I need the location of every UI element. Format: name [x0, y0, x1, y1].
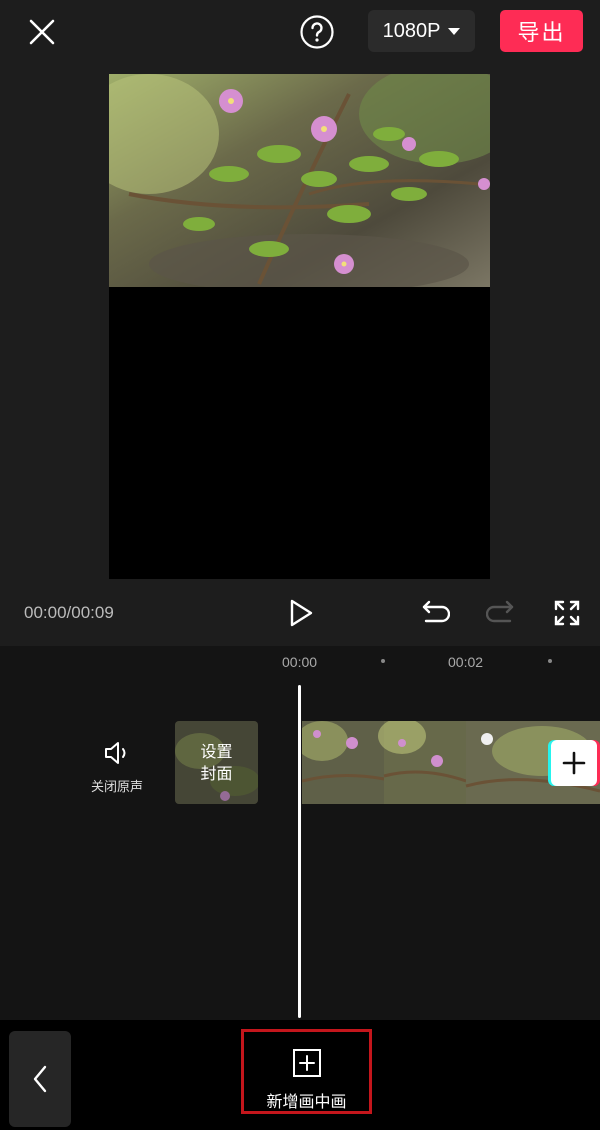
plus-icon — [562, 751, 586, 775]
add-pip-label: 新增画中画 — [266, 1092, 347, 1111]
close-icon — [29, 19, 55, 45]
ruler-label: 00:02 — [448, 654, 484, 670]
add-clip-button[interactable] — [551, 740, 597, 786]
resolution-select[interactable]: 1080P — [368, 10, 475, 52]
chevron-left-icon — [33, 1065, 47, 1093]
set-cover-button[interactable]: 设置 封面 — [175, 721, 258, 804]
caret-down-icon — [448, 27, 461, 35]
mute-original-audio-button[interactable]: 关闭原声 — [80, 740, 154, 795]
close-button[interactable] — [24, 14, 60, 50]
add-picture-in-picture-button[interactable]: 新增画中画 — [241, 1029, 372, 1114]
redo-button[interactable] — [485, 598, 518, 628]
export-button[interactable]: 导出 — [500, 10, 583, 52]
fullscreen-button[interactable] — [552, 598, 582, 628]
back-button[interactable] — [9, 1031, 71, 1127]
play-icon — [290, 599, 313, 627]
redo-icon — [485, 600, 514, 623]
cover-label-line2: 封面 — [200, 763, 233, 783]
ruler-dot — [381, 659, 385, 663]
playhead[interactable] — [298, 685, 301, 1018]
resolution-value: 1080P — [382, 19, 441, 42]
ruler-dot — [548, 659, 552, 663]
video-preview[interactable] — [109, 74, 490, 579]
preview-frame-image — [109, 74, 490, 287]
help-icon — [300, 15, 334, 49]
fullscreen-icon — [554, 600, 580, 626]
timecode: 00:00/00:09 — [24, 603, 114, 622]
speaker-icon — [105, 742, 126, 764]
undo-button[interactable] — [418, 598, 451, 628]
undo-icon — [422, 600, 451, 623]
play-button[interactable] — [286, 597, 316, 629]
cover-label-line1: 设置 — [200, 741, 233, 761]
help-button[interactable] — [299, 14, 335, 50]
add-box-icon — [292, 1049, 321, 1077]
cover-label: 设置 封面 — [175, 721, 258, 804]
mute-label: 关闭原声 — [90, 780, 143, 795]
ruler-label: 00:00 — [282, 654, 318, 670]
